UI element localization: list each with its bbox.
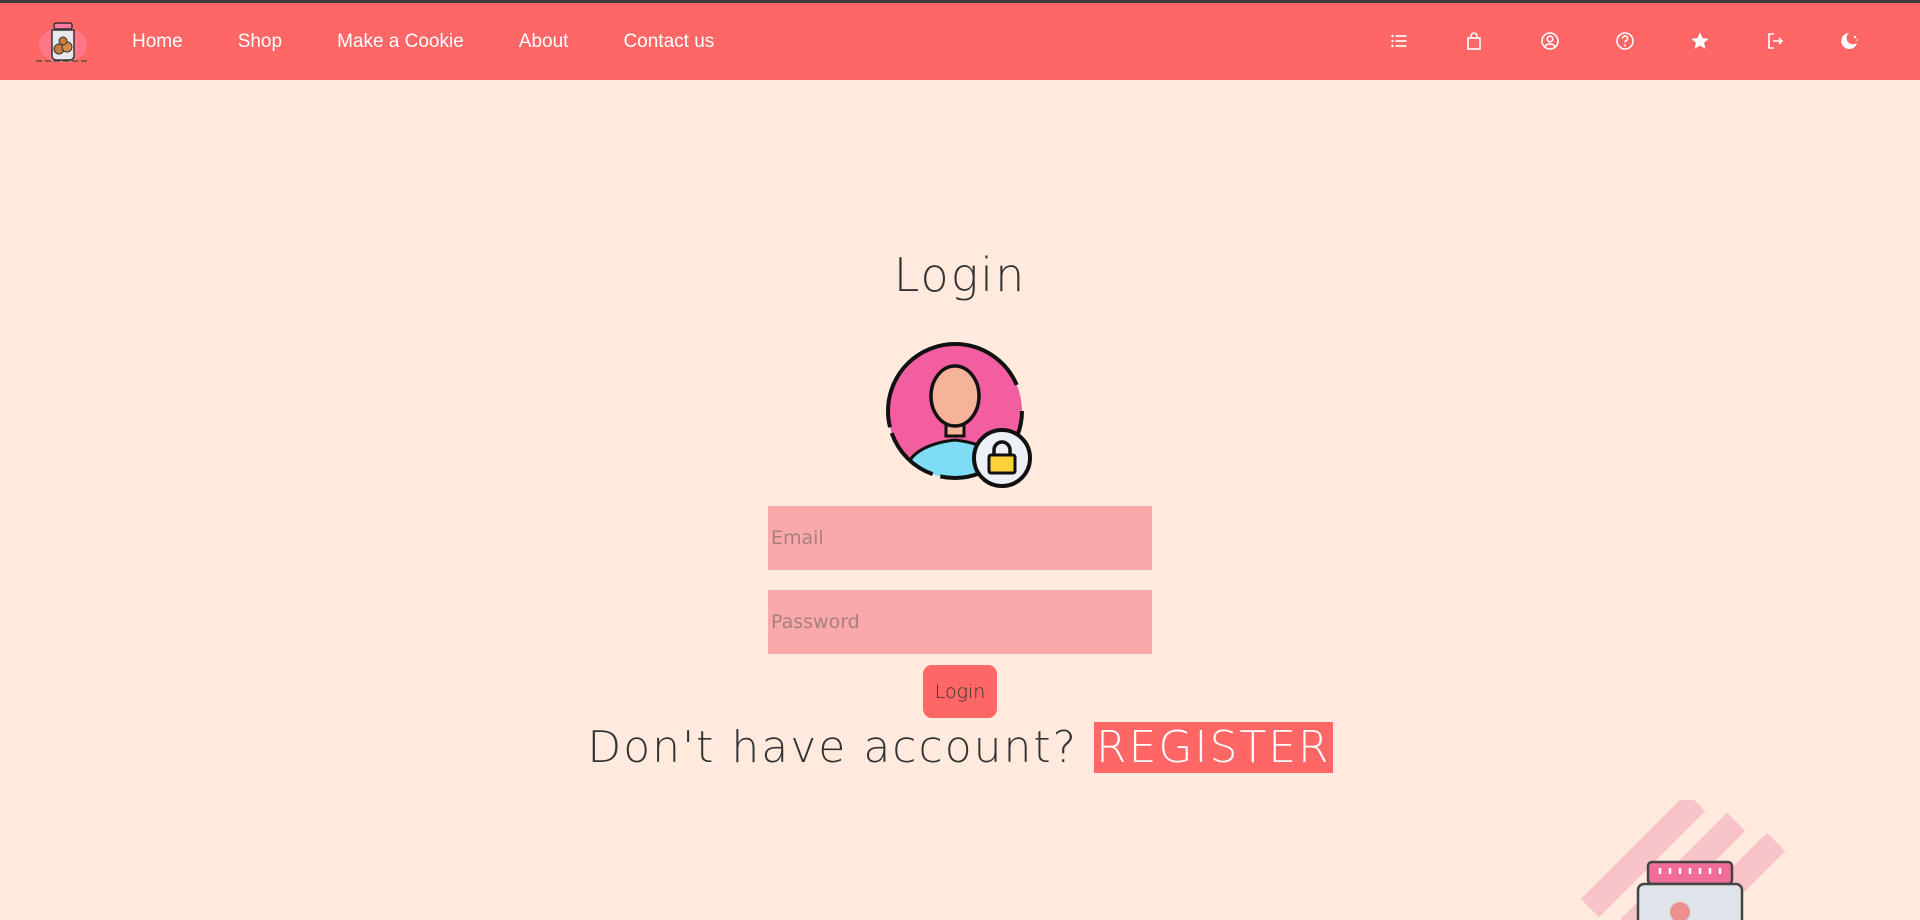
star-icon[interactable] bbox=[1690, 31, 1710, 51]
password-field[interactable] bbox=[768, 590, 1152, 654]
cookie-jar-logo[interactable] bbox=[34, 17, 92, 65]
navbar: Home Shop Make a Cookie About Contact us bbox=[0, 3, 1920, 80]
register-prompt-row: Don't have account? REGISTER bbox=[0, 722, 1920, 773]
login-button[interactable]: Login bbox=[923, 665, 997, 718]
list-icon[interactable] bbox=[1389, 31, 1409, 51]
nav-home-link[interactable]: Home bbox=[132, 31, 183, 53]
nav-contact-link[interactable]: Contact us bbox=[623, 31, 714, 53]
help-icon[interactable] bbox=[1615, 31, 1635, 51]
nav-shop-link[interactable]: Shop bbox=[238, 31, 282, 53]
nav-make-a-cookie-link[interactable]: Make a Cookie bbox=[337, 31, 464, 53]
shopping-bag-icon[interactable] bbox=[1464, 31, 1484, 51]
user-lock-illustration bbox=[884, 340, 1036, 492]
cookie-jar-decoration bbox=[1560, 792, 1790, 920]
email-field[interactable] bbox=[768, 506, 1152, 570]
user-circle-icon[interactable] bbox=[1540, 31, 1560, 51]
theme-toggle-icon[interactable] bbox=[1840, 31, 1860, 51]
page-title: Login bbox=[893, 248, 1027, 302]
register-link[interactable]: REGISTER bbox=[1094, 722, 1333, 773]
main-nav: Home Shop Make a Cookie About Contact us bbox=[132, 3, 769, 80]
register-prompt-text: Don't have account? bbox=[587, 722, 1078, 773]
nav-about-link[interactable]: About bbox=[519, 31, 569, 53]
logout-icon[interactable] bbox=[1765, 31, 1785, 51]
